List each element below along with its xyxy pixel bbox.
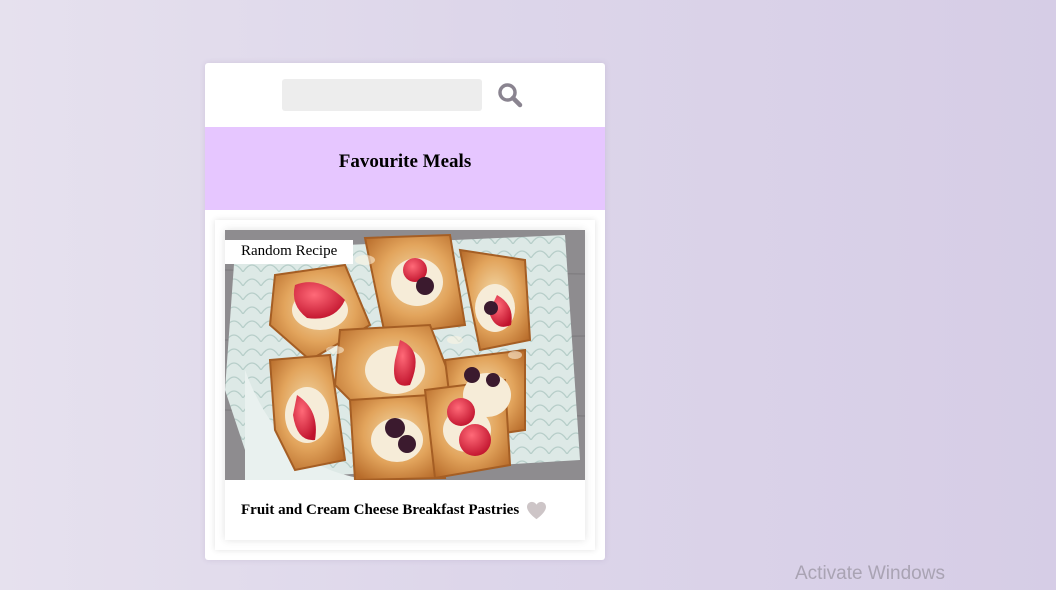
meal-card: Random Recipe Fruit and Cream Cheese Bre… (225, 230, 585, 540)
heart-icon (526, 501, 546, 519)
windows-activation-watermark: Activate Windows (795, 563, 945, 584)
search-bar (205, 63, 605, 127)
meal-footer: Fruit and Cream Cheese Breakfast Pastrie… (225, 480, 585, 540)
search-button[interactable] (495, 80, 525, 110)
meal-name: Fruit and Cream Cheese Breakfast Pastrie… (241, 501, 520, 518)
favourite-button[interactable] (525, 500, 547, 520)
meal-app-container: Favourite Meals Random Recipe Fruit and … (205, 63, 605, 560)
favourite-meals-title: Favourite Meals (338, 150, 472, 172)
favourite-meals-section: Favourite Meals (205, 127, 605, 210)
search-input[interactable] (282, 79, 482, 111)
random-recipe-tag: Random Recipe (225, 240, 354, 264)
meal-image[interactable]: Random Recipe (225, 230, 585, 480)
pastries-photo (225, 230, 585, 480)
meals-container: Random Recipe Fruit and Cream Cheese Bre… (215, 220, 595, 550)
search-icon (498, 83, 523, 108)
